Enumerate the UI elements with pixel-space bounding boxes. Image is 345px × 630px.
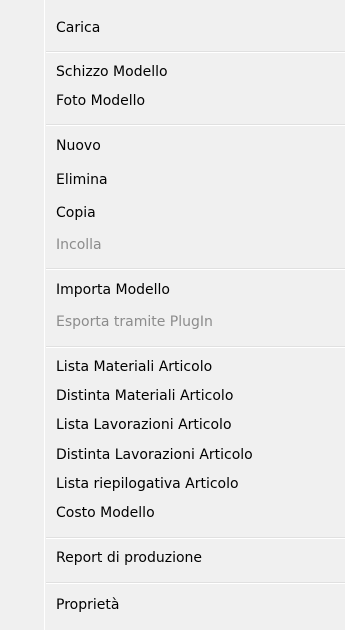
menu-gutter-divider bbox=[44, 0, 45, 630]
menu-item-carica[interactable]: Carica bbox=[56, 16, 337, 40]
menu-item-distinta-materiali-articolo[interactable]: Distinta Materiali Articolo bbox=[56, 384, 337, 408]
menu-item-foto-modello[interactable]: Foto Modello bbox=[56, 89, 337, 113]
menu-item-report-di-produzione[interactable]: Report di produzione bbox=[56, 546, 337, 570]
menu-item-schizzo-modello[interactable]: Schizzo Modello bbox=[56, 60, 337, 84]
menu-item-importa-modello[interactable]: Importa Modello bbox=[56, 278, 337, 302]
menu-item-lista-lavorazioni-articolo[interactable]: Lista Lavorazioni Articolo bbox=[56, 413, 337, 437]
menu-item-copia[interactable]: Copia bbox=[56, 201, 337, 225]
menu-item-lista-riepilogativa-articolo[interactable]: Lista riepilogativa Articolo bbox=[56, 472, 337, 496]
menu-item-distinta-lavorazioni-articolo[interactable]: Distinta Lavorazioni Articolo bbox=[56, 443, 337, 467]
menu-item-elimina[interactable]: Elimina bbox=[56, 168, 337, 192]
menu-separator bbox=[46, 268, 345, 270]
menu-icon-gutter bbox=[0, 0, 45, 630]
menu-item-costo-modello[interactable]: Costo Modello bbox=[56, 501, 337, 525]
menu-separator bbox=[46, 346, 345, 348]
menu-separator bbox=[46, 51, 345, 53]
menu-item-proprieta[interactable]: Proprietà bbox=[56, 593, 337, 617]
menu-separator bbox=[46, 124, 345, 126]
menu-item-lista-materiali-articolo[interactable]: Lista Materiali Articolo bbox=[56, 355, 337, 379]
menu-item-esporta-tramite-plugin: Esporta tramite PlugIn bbox=[56, 314, 213, 330]
menu-separator bbox=[46, 582, 345, 584]
menu-separator bbox=[46, 537, 345, 539]
menu-item-incolla: Incolla bbox=[56, 237, 102, 253]
menu-item-nuovo[interactable]: Nuovo bbox=[56, 134, 337, 158]
context-menu: Carica Schizzo Modello Foto Modello Nuov… bbox=[0, 0, 345, 630]
